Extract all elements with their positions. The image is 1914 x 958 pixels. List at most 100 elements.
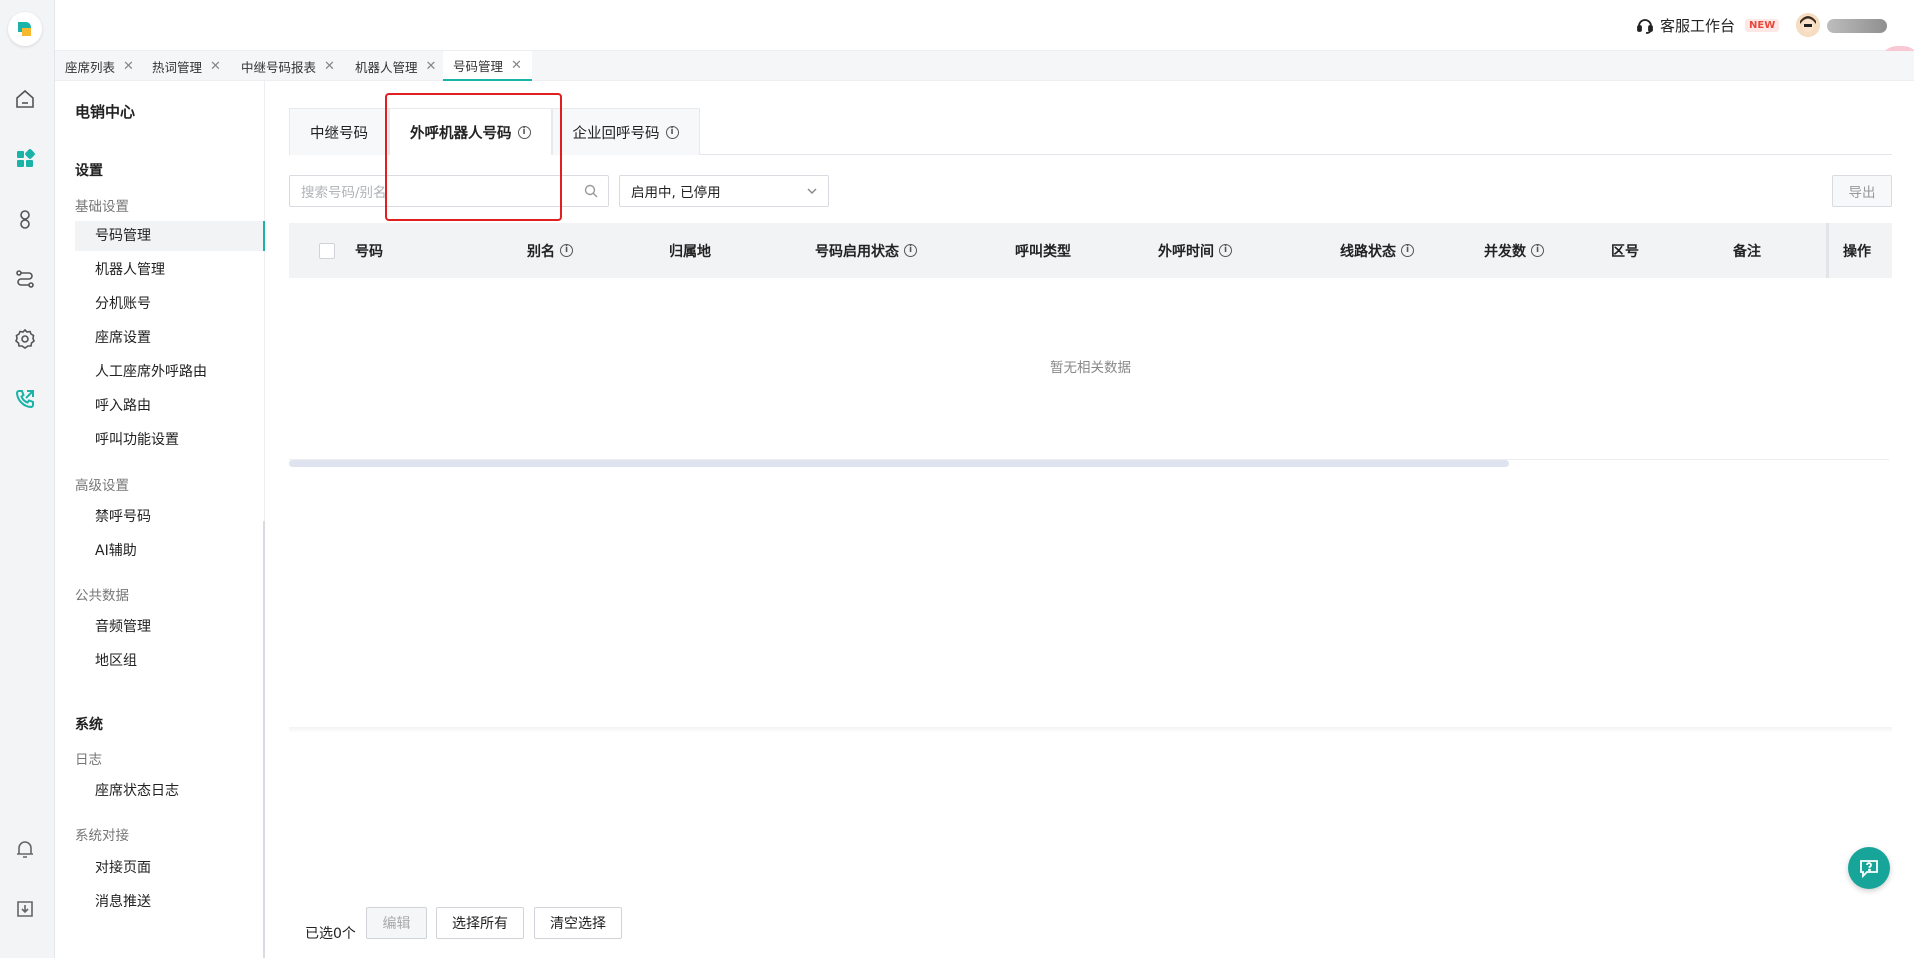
help-button[interactable] <box>1848 847 1890 889</box>
service-label: 客服工作台 <box>1660 17 1736 35</box>
page-tab[interactable]: 机器人管理 ✕ <box>345 51 446 81</box>
selected-count: 已选0个 <box>305 926 356 942</box>
clear-selection-button[interactable]: 清空选择 <box>534 907 622 939</box>
info-icon[interactable]: i <box>904 244 917 257</box>
close-icon[interactable]: ✕ <box>426 59 437 74</box>
table-header: 号码 别名 i 归属地 号码启用状态 i 呼叫类型 外呼时间 i 线路状态 i 并发数 i… <box>289 223 1892 278</box>
close-icon[interactable]: ✕ <box>123 59 134 74</box>
select-all-checkbox[interactable] <box>319 243 335 259</box>
tab-label: 企业回呼号码 <box>572 125 660 142</box>
page-tab-label: 中继号码报表 <box>241 59 317 75</box>
sidebar-item-region-group[interactable]: 地区组 <box>75 646 265 676</box>
number-type-tabs: 中继号码 外呼机器人号码 i 企业回呼号码 i <box>289 108 1892 155</box>
column-header[interactable]: 号码 <box>355 223 383 278</box>
page-tab[interactable]: 热词管理 ✕ <box>142 51 231 81</box>
sidebar-item-outbound-route[interactable]: 人工座席外呼路由 <box>75 357 265 387</box>
sidebar-item-number-management[interactable]: 号码管理 <box>75 221 265 251</box>
page-tabs-bar: 座席列表 ✕ 热词管理 ✕ 中继号码报表 ✕ 机器人管理 ✕ 号码管理 ✕ <box>55 51 1914 81</box>
new-badge: NEW <box>1745 19 1780 32</box>
sidebar-group: 日志 <box>75 752 102 768</box>
service-workbench-link[interactable]: 客服工作台 NEW <box>1636 15 1780 36</box>
info-icon[interactable]: i <box>560 244 573 257</box>
bell-icon[interactable] <box>12 836 38 862</box>
column-header[interactable]: 号码启用状态 i <box>815 223 917 278</box>
users-icon[interactable] <box>12 206 38 232</box>
search-input[interactable]: 搜索号码/别名 <box>289 175 609 207</box>
close-icon[interactable]: ✕ <box>210 59 221 74</box>
page-tab-label: 机器人管理 <box>355 59 418 75</box>
info-icon[interactable]: i <box>1219 244 1232 257</box>
phone-call-icon[interactable] <box>12 386 38 412</box>
column-header[interactable]: 备注 <box>1733 223 1761 278</box>
sidebar-item-robot-management[interactable]: 机器人管理 <box>75 255 265 285</box>
sidebar-item-call-function[interactable]: 呼叫功能设置 <box>75 425 265 455</box>
tab-label: 外呼机器人号码 <box>410 125 512 142</box>
footer-shadow <box>289 727 1892 733</box>
horizontal-scrollbar[interactable] <box>289 460 1509 467</box>
page-tab-label: 热词管理 <box>152 59 203 75</box>
sidebar-item-seat-status-log[interactable]: 座席状态日志 <box>75 776 265 806</box>
sidebar-group: 基础设置 <box>75 199 129 215</box>
page-tab-label: 号码管理 <box>453 58 504 74</box>
page-tab[interactable]: 中继号码报表 ✕ <box>231 51 345 81</box>
avatar[interactable] <box>1796 13 1820 37</box>
info-icon[interactable]: i <box>517 125 531 139</box>
info-icon[interactable]: i <box>665 125 679 139</box>
sidebar-item-ai-assist[interactable]: AI辅助 <box>75 536 265 566</box>
tab-trunk-numbers[interactable]: 中继号码 <box>289 108 389 155</box>
headset-icon <box>1637 18 1653 34</box>
route-icon[interactable] <box>12 266 38 292</box>
column-header[interactable]: 归属地 <box>669 223 711 278</box>
close-icon[interactable]: ✕ <box>324 59 335 74</box>
sidebar-item-integration-page[interactable]: 对接页面 <box>75 853 265 883</box>
column-header[interactable]: 区号 <box>1611 223 1639 278</box>
search-icon[interactable] <box>584 184 598 198</box>
status-filter-select[interactable]: 启用中, 已停用 <box>619 175 829 207</box>
export-button[interactable]: 导出 <box>1832 175 1892 207</box>
home-icon[interactable] <box>12 86 38 112</box>
page-tab-active[interactable]: 号码管理 ✕ <box>443 51 532 81</box>
search-placeholder: 搜索号码/别名 <box>301 185 387 201</box>
sidebar-title: 电销中心 <box>75 103 136 121</box>
column-header[interactable]: 并发数 i <box>1484 223 1544 278</box>
select-all-button[interactable]: 选择所有 <box>436 907 524 939</box>
dashboard-icon[interactable] <box>12 146 38 172</box>
action-column-header: 操作 <box>1826 223 1892 278</box>
sidebar-item-audio-management[interactable]: 音频管理 <box>75 612 265 642</box>
empty-state-text: 暂无相关数据 <box>1050 360 1131 376</box>
edit-button[interactable]: 编辑 <box>366 907 427 939</box>
status-filter-value: 启用中, 已停用 <box>631 185 721 201</box>
sidebar-group: 高级设置 <box>75 478 129 494</box>
page-tab-label: 座席列表 <box>65 59 116 75</box>
close-icon[interactable]: ✕ <box>511 58 522 73</box>
page-tab[interactable]: 座席列表 ✕ <box>55 51 144 81</box>
column-header[interactable]: 外呼时间 i <box>1158 223 1232 278</box>
sidebar-item-seat-settings[interactable]: 座席设置 <box>75 323 265 353</box>
help-icon <box>1860 860 1878 879</box>
sidebar-item-message-push[interactable]: 消息推送 <box>75 887 265 917</box>
settings-sidebar: 电销中心 设置 基础设置 号码管理 机器人管理 分机账号 座席设置 人工座席外呼… <box>55 81 266 958</box>
sidebar-item-inbound-route[interactable]: 呼入路由 <box>75 391 265 421</box>
tab-label: 中继号码 <box>310 125 368 142</box>
sidebar-item-blocked-numbers[interactable]: 禁呼号码 <box>75 502 265 532</box>
tab-outbound-robot-numbers[interactable]: 外呼机器人号码 i <box>389 108 552 155</box>
sidebar-heading: 系统 <box>75 717 103 733</box>
download-icon[interactable] <box>12 896 38 922</box>
chevron-down-icon <box>807 188 817 194</box>
sidebar-item-extension-account[interactable]: 分机账号 <box>75 289 265 319</box>
sidebar-group: 系统对接 <box>75 828 129 844</box>
username-pill[interactable] <box>1827 19 1887 33</box>
info-icon[interactable]: i <box>1531 244 1544 257</box>
sidebar-group: 公共数据 <box>75 588 129 604</box>
column-header[interactable]: 别名 i <box>527 223 573 278</box>
footer-bar <box>289 727 1892 958</box>
column-header[interactable]: 线路状态 i <box>1340 223 1414 278</box>
tab-callback-numbers[interactable]: 企业回呼号码 i <box>551 108 700 155</box>
sidebar-heading: 设置 <box>75 163 103 179</box>
main-content: 中继号码 外呼机器人号码 i 企业回呼号码 i 搜索号码/别名 启用中, 已停用… <box>265 81 1914 958</box>
icon-rail <box>0 0 55 958</box>
settings-icon[interactable] <box>12 326 38 352</box>
column-header[interactable]: 呼叫类型 <box>1015 223 1071 278</box>
app-logo-icon[interactable] <box>8 12 42 46</box>
info-icon[interactable]: i <box>1401 244 1414 257</box>
